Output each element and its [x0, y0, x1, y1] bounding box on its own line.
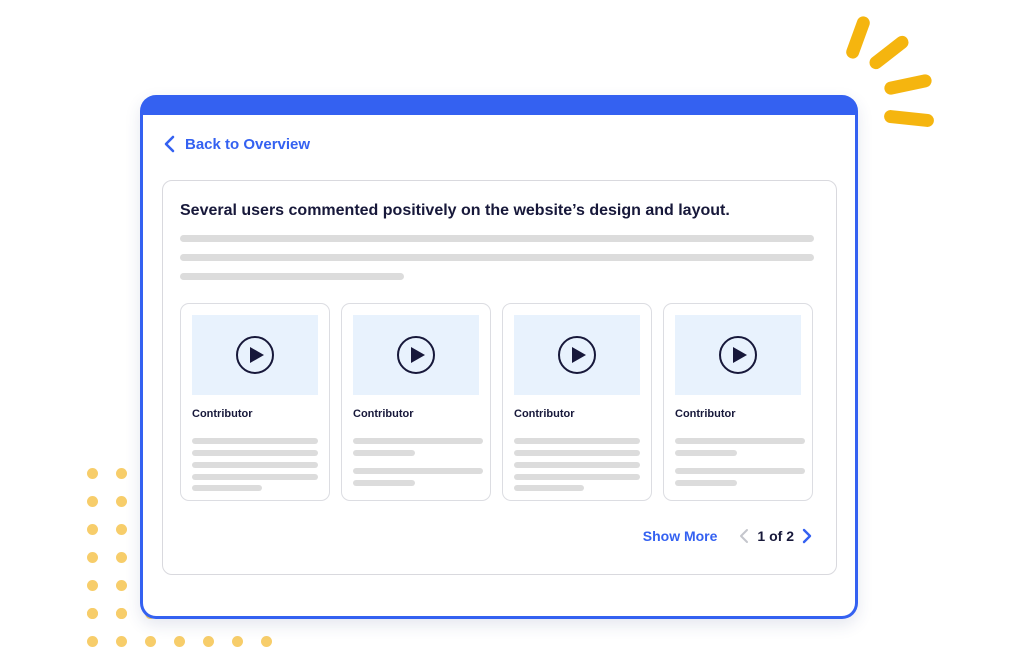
dot-decoration	[87, 524, 98, 535]
dot-decoration	[87, 580, 98, 591]
text-placeholder-line	[514, 450, 640, 456]
text-placeholder-line	[192, 438, 318, 444]
spark-decoration	[866, 33, 912, 72]
dot-decoration	[87, 552, 98, 563]
play-icon[interactable]	[719, 336, 757, 374]
dot-decoration	[232, 636, 243, 647]
text-placeholder-line	[353, 450, 415, 456]
dot-decoration	[203, 636, 214, 647]
dot-decoration	[87, 496, 98, 507]
video-thumbnail[interactable]	[675, 315, 801, 395]
text-placeholder-line	[675, 438, 805, 444]
video-card: Contributor	[180, 303, 330, 501]
spark-decoration	[883, 109, 935, 128]
text-placeholder-line	[192, 474, 318, 480]
play-icon[interactable]	[558, 336, 596, 374]
dot-decoration	[145, 636, 156, 647]
text-placeholder-line	[675, 480, 737, 486]
text-placeholder-line	[192, 450, 318, 456]
text-placeholder-line	[514, 474, 640, 480]
dot-decoration	[116, 524, 127, 535]
text-placeholder-line	[180, 254, 814, 261]
dot-decoration	[87, 636, 98, 647]
text-placeholder-line	[180, 235, 814, 242]
text-placeholder-line	[514, 438, 640, 444]
video-card: Contributor	[502, 303, 652, 501]
chevron-left-icon	[164, 135, 175, 153]
page-indicator: 1 of 2	[757, 528, 794, 544]
dot-decoration	[174, 636, 185, 647]
back-link-label: Back to Overview	[185, 135, 311, 153]
spark-decoration	[883, 73, 933, 96]
summary-card: Several users commented positively on th…	[162, 180, 837, 575]
dot-decoration	[116, 580, 127, 591]
chevron-right-icon[interactable]	[802, 528, 812, 544]
dot-decoration	[87, 608, 98, 619]
contributor-label: Contributor	[514, 408, 575, 420]
contributor-label: Contributor	[353, 408, 414, 420]
text-placeholder-line	[353, 468, 483, 474]
contributor-label: Contributor	[192, 408, 253, 420]
dot-decoration	[116, 608, 127, 619]
text-placeholder-line	[514, 462, 640, 468]
video-card: Contributor	[341, 303, 491, 501]
show-more-button[interactable]: Show More	[643, 528, 718, 544]
video-thumbnail[interactable]	[353, 315, 479, 395]
video-card: Contributor	[663, 303, 813, 501]
text-placeholder-line	[353, 438, 483, 444]
dot-decoration	[116, 636, 127, 647]
play-icon[interactable]	[397, 336, 435, 374]
play-icon[interactable]	[236, 336, 274, 374]
text-placeholder-line	[192, 462, 318, 468]
back-to-overview-link[interactable]: Back to Overview	[163, 135, 310, 153]
dot-decoration	[261, 636, 272, 647]
text-placeholder-line	[353, 480, 415, 486]
card-footer: Show More 1 of 2	[643, 528, 812, 544]
spark-decoration	[844, 14, 872, 61]
pagination: 1 of 2	[739, 528, 812, 544]
text-placeholder-line	[192, 485, 262, 491]
video-thumbnail[interactable]	[192, 315, 318, 395]
text-placeholder-line	[180, 273, 404, 280]
chevron-left-icon[interactable]	[739, 528, 749, 544]
text-placeholder-line	[675, 468, 805, 474]
summary-headline: Several users commented positively on th…	[180, 202, 730, 219]
dot-decoration	[116, 468, 127, 479]
text-placeholder-line	[675, 450, 737, 456]
video-thumbnail[interactable]	[514, 315, 640, 395]
app-window: Back to Overview Several users commented…	[140, 95, 858, 619]
dot-decoration	[87, 468, 98, 479]
text-placeholder-line	[514, 485, 584, 491]
dot-decoration	[116, 496, 127, 507]
contributor-label: Contributor	[675, 408, 736, 420]
dot-decoration	[116, 552, 127, 563]
